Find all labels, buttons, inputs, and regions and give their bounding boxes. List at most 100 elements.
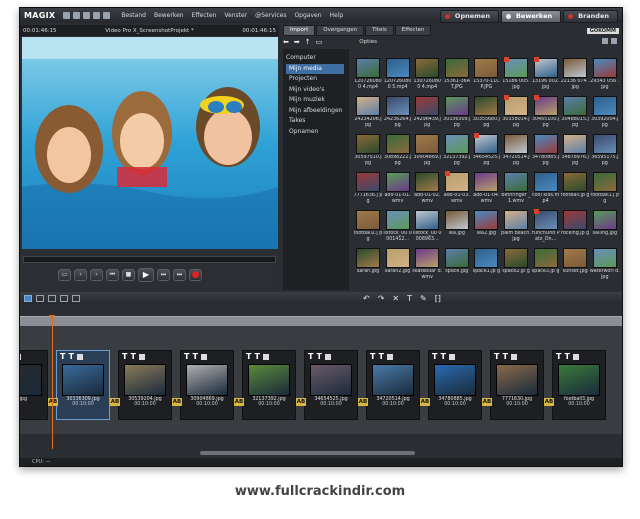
effects-icon[interactable] — [76, 354, 83, 360]
pen-icon[interactable]: ✎ — [420, 294, 427, 303]
media-item[interactable]: 36595175.j pg — [590, 134, 620, 172]
media-item[interactable]: space.jpg — [442, 248, 472, 286]
timeline-clip[interactable]: T T 34654525.jpg 00:10:00 — [304, 350, 358, 420]
media-item[interactable]: 30488015.j pg — [560, 96, 590, 134]
media-tab[interactable]: Effecten — [394, 25, 432, 36]
help-icon[interactable] — [103, 12, 111, 19]
options-dropdown[interactable]: Opties — [359, 39, 377, 45]
media-item[interactable]: ado-01-03. wmv — [442, 171, 472, 210]
mode-button[interactable]: Opnemen — [439, 10, 499, 23]
delete-icon[interactable]: ✕ — [392, 294, 399, 303]
nav-item[interactable]: Computer — [283, 53, 349, 64]
media-item[interactable]: 13196 002. jpg — [531, 57, 561, 96]
nav-item[interactable]: Opnamen — [283, 127, 349, 138]
media-item[interactable]: 1207260800 5.mp4 — [383, 58, 413, 96]
redo-icon[interactable]: ↷ — [378, 294, 385, 303]
media-item[interactable]: 30465100.j pg — [531, 95, 561, 134]
media-item[interactable]: 1207260800 4.mp4 — [353, 58, 383, 96]
media-item[interactable]: cool kids.mp4 — [531, 172, 561, 210]
settings-icon[interactable] — [93, 12, 101, 19]
scene-overview-icon[interactable] — [36, 294, 44, 302]
media-item[interactable]: 24234206.j pg — [353, 96, 383, 134]
mode-button[interactable]: Branden — [563, 10, 618, 23]
gokomm-button[interactable]: GOKOMM — [586, 28, 619, 34]
nav-item[interactable]: Mijn video's — [283, 85, 349, 96]
media-item[interactable]: 30392004.j pg — [590, 96, 620, 134]
media-item[interactable]: 24296439.j pg — [412, 96, 442, 134]
loop-button[interactable]: ▭ — [58, 269, 71, 281]
media-item[interactable]: 34654525.j pg — [471, 133, 501, 172]
title-icon[interactable]: T — [502, 352, 507, 362]
nav-item[interactable]: Mijn afbeeldingen — [283, 106, 349, 117]
folder-icon[interactable]: ▭ — [316, 38, 323, 46]
transition-icon[interactable]: AB — [482, 398, 492, 406]
title-icon[interactable]: T — [246, 352, 251, 362]
up-folder-icon[interactable]: ↑ — [305, 38, 311, 46]
title-icon[interactable]: T — [407, 294, 412, 303]
media-item[interactable]: 30355680.j pg — [471, 96, 501, 134]
media-item[interactable]: 1307260800 4.mp4 — [412, 58, 442, 96]
transition-icon[interactable]: AB — [358, 398, 368, 406]
media-item[interactable]: 34720514.j pg — [501, 134, 531, 172]
forward-arrow-icon[interactable]: ➡ — [294, 38, 300, 46]
forward-button[interactable]: ⏭ — [157, 269, 170, 281]
media-item[interactable]: football1.j pg — [590, 172, 620, 210]
save-icon[interactable] — [83, 12, 91, 19]
media-item[interactable]: 15186 005. jpg — [501, 57, 531, 96]
title-icon[interactable]: T — [122, 352, 127, 362]
title-icon[interactable]: T — [370, 352, 375, 362]
list-view-icon[interactable] — [602, 38, 608, 44]
effects-icon[interactable] — [324, 354, 331, 360]
record-button[interactable]: ● — [189, 269, 202, 281]
storyboard-mode-icon[interactable] — [24, 294, 32, 302]
transition-icon[interactable]: AB — [544, 398, 554, 406]
nav-item[interactable]: Projecten — [283, 74, 349, 85]
media-item[interactable]: 32137392.j pg — [442, 134, 472, 172]
go-end-button[interactable]: ⏭ — [173, 269, 186, 281]
title-icon[interactable]: T — [432, 352, 437, 362]
timeline-clip[interactable]: T T 34720514.jpg 00:10:00 — [366, 350, 420, 420]
title-icon[interactable]: T — [184, 352, 189, 362]
media-item[interactable]: 34878976.j pg — [560, 134, 590, 172]
media-item[interactable]: ilstock_00 0001412... — [383, 210, 413, 248]
play-button[interactable]: ▶ — [138, 268, 154, 282]
title-icon[interactable]: T — [60, 352, 65, 362]
effects-icon[interactable] — [448, 354, 455, 360]
timeline-clip[interactable]: T T 30336309.jpg 00:10:00 — [56, 350, 110, 420]
media-item[interactable]: space3.jp g — [531, 248, 561, 286]
timeline-clip[interactable]: T T 7771630.jpg 00:10:00 — [490, 350, 544, 420]
media-item[interactable]: waterworl d.jpg — [590, 248, 620, 286]
title-icon[interactable]: T — [494, 352, 499, 362]
video-preview[interactable] — [22, 37, 278, 249]
timeline-clip[interactable]: T Tfootball3.jpg 00:10:00 — [552, 350, 606, 420]
media-item[interactable]: 30336309.j pg — [442, 96, 472, 134]
media-item[interactable]: 30358014.j pg — [501, 95, 531, 134]
transition-icon[interactable]: AB — [48, 398, 58, 406]
transition-icon[interactable]: AB — [110, 398, 120, 406]
transition-icon[interactable]: AB — [296, 398, 306, 406]
media-item[interactable]: rocking.jp g — [560, 210, 590, 248]
transition-icon[interactable]: AB — [420, 398, 430, 406]
media-item[interactable]: ilstock_00 0008963... — [412, 210, 442, 248]
timeline-clip[interactable]: T T 30904869.jpg 00:10:00 — [180, 350, 234, 420]
effects-icon[interactable] — [200, 354, 207, 360]
media-item[interactable]: sailing.jpg — [590, 210, 620, 248]
media-item[interactable]: FunchUnd Patz_On... — [531, 209, 561, 248]
back-arrow-icon[interactable]: ⬅ — [283, 38, 289, 46]
nav-item[interactable]: Mijn media — [286, 63, 344, 74]
mode-button[interactable]: Bewerken — [500, 10, 562, 23]
timeline-clip[interactable]: TT0.jpg — [20, 350, 48, 420]
media-item[interactable]: 30597510.j pg — [353, 134, 383, 172]
media-item[interactable]: sarah2.jpg — [383, 248, 413, 286]
media-item[interactable]: ado-01-01. wmv — [383, 172, 413, 210]
undo-icon[interactable]: ↶ — [363, 294, 370, 303]
title-icon[interactable]: T — [564, 352, 569, 362]
media-item[interactable]: space1.jp g — [471, 248, 501, 286]
nav-item[interactable]: Takes — [283, 116, 349, 127]
media-item[interactable]: 30898222.j pg — [383, 134, 413, 172]
media-item[interactable]: lea2.jpg — [471, 210, 501, 248]
media-item[interactable]: bethringer _1.wmv — [501, 172, 531, 210]
media-item[interactable]: space2.jp g — [501, 248, 531, 286]
media-item[interactable]: 15361-36A T.JPG — [442, 58, 472, 96]
title-icon[interactable]: T — [378, 352, 383, 362]
